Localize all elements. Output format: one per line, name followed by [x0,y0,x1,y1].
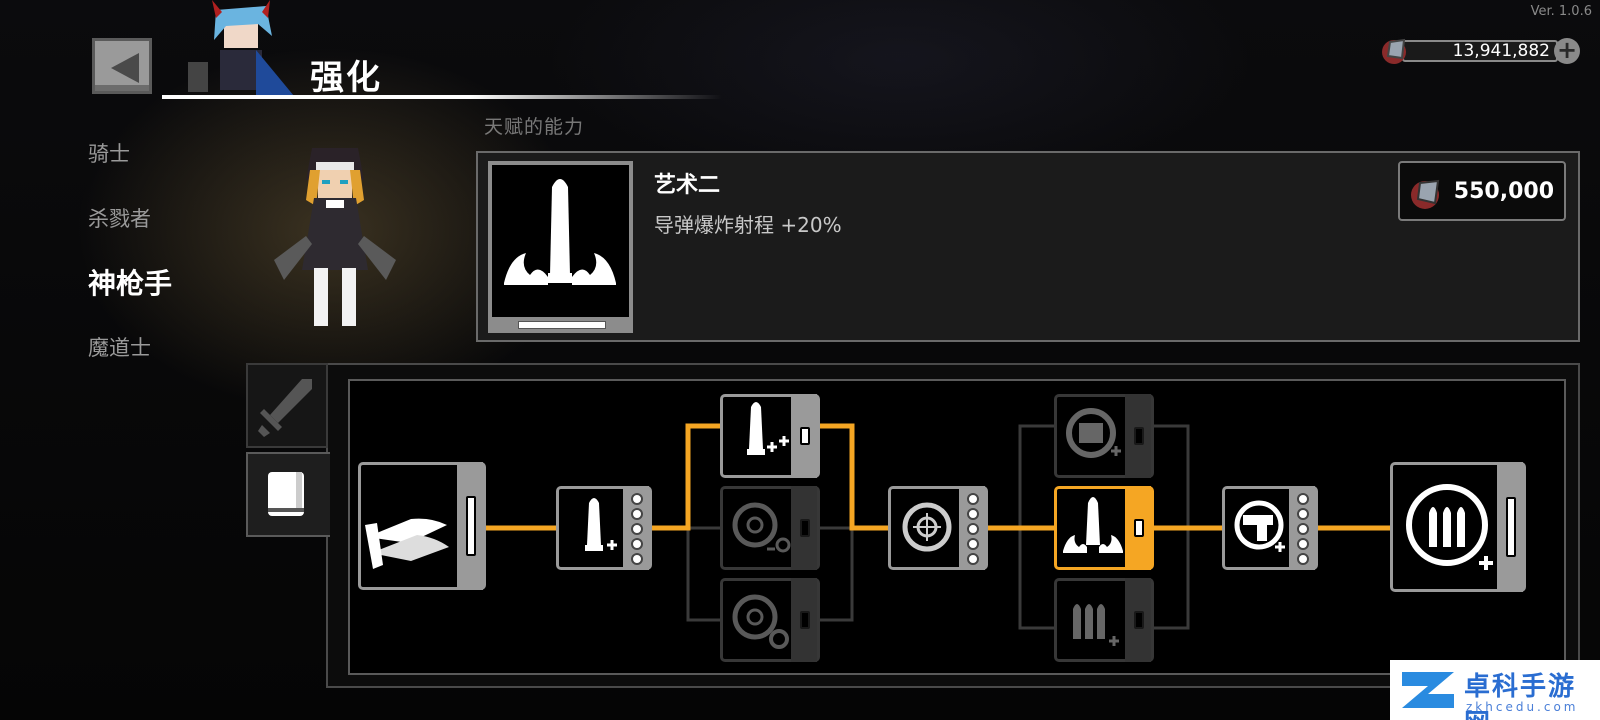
watermark-subtitle: zkhcedu.com [1466,700,1579,714]
missile-double-plus-icon [747,402,789,455]
skill-node-gun-target[interactable] [1222,486,1318,570]
skill-node-missile-blast[interactable] [1054,486,1154,570]
watermark-logo-icon [1402,672,1454,708]
target-icon [902,502,952,552]
gear-shield-icon [1066,408,1121,458]
skill-node-ammo-plus[interactable] [1054,578,1154,662]
missile-plus-icon [585,498,617,551]
skill-node-root[interactable] [358,462,486,590]
watermark: 卓科手游网 zkhcedu.com [1390,660,1600,720]
twin-missile-icon [365,518,449,569]
node-slot [1134,611,1144,629]
skill-node-final[interactable] [1390,462,1526,592]
node-slot [1134,427,1144,445]
node-level-pips [964,493,982,568]
skill-node-gear-plus[interactable] [1054,394,1154,478]
node-slot [800,611,810,629]
triple-ammo-ring-icon [1406,484,1493,570]
target-gear-icon [732,502,791,553]
ammo-plus-icon [1073,604,1119,646]
node-level-pips [628,493,646,568]
skill-node-missile-plus[interactable] [556,486,652,570]
node-level-pips [1294,493,1312,568]
gun-target-icon [1234,500,1285,552]
node-slot [800,519,810,537]
missile-blast-icon [1063,497,1123,553]
skill-node-target[interactable] [888,486,988,570]
node-slot [1506,497,1516,557]
skill-node-target-minus[interactable] [720,486,820,570]
skill-node-missile-plusplus[interactable] [720,394,820,478]
node-slot [1134,519,1144,537]
skill-node-target-gear[interactable] [720,578,820,662]
node-slot [800,427,810,445]
node-slot [466,496,476,556]
target-gear-icon [732,594,789,649]
